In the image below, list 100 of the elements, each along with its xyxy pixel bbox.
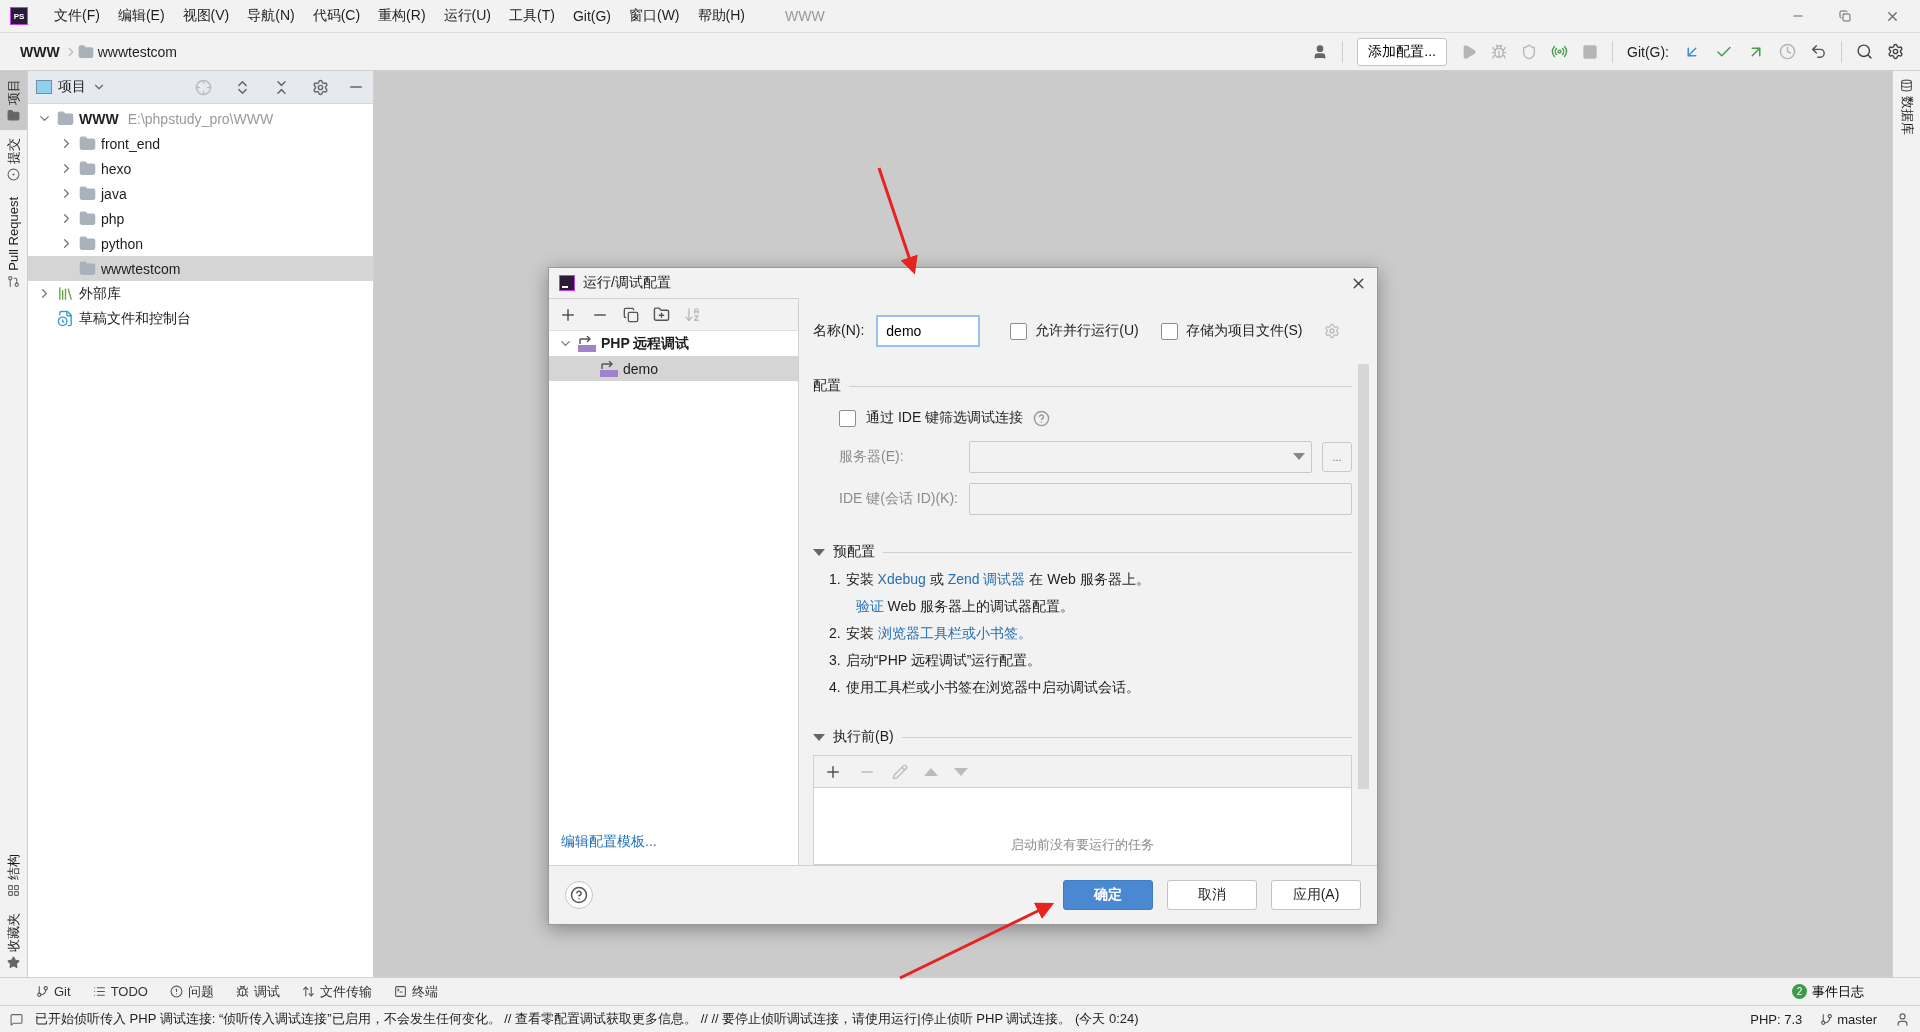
name-field[interactable]: demo — [876, 315, 981, 347]
tool-window-tab[interactable]: TODO — [92, 984, 148, 999]
checkbox-label: 通过 IDE 键筛选调试连接 — [866, 409, 1024, 427]
breadcrumb-item[interactable]: wwwtestcom — [97, 43, 177, 60]
php-file-icon — [578, 335, 596, 352]
tool-window-tab[interactable]: Git — [36, 984, 71, 999]
tree-item[interactable]: php — [28, 206, 373, 231]
php-version[interactable]: PHP: 7.3 — [1750, 1011, 1803, 1027]
collapse-triangle-icon[interactable] — [813, 548, 825, 556]
inspector-icon[interactable] — [1895, 1011, 1910, 1027]
step-number: 3. — [829, 651, 841, 670]
menu-item[interactable]: 文件(F) — [46, 3, 108, 29]
menu-item[interactable]: 编辑(E) — [109, 3, 173, 29]
add-configuration-button[interactable]: 添加配置... — [1357, 37, 1447, 66]
search-icon[interactable] — [1856, 43, 1873, 60]
transfer-icon — [301, 985, 315, 998]
menu-item[interactable]: 帮助(H) — [689, 3, 753, 29]
rollback-icon[interactable] — [1810, 43, 1827, 60]
event-log-button[interactable]: 2 事件日志 — [1792, 982, 1884, 1001]
help-link[interactable]: Zend 调试器 — [947, 571, 1026, 587]
path-text: E:\phpstudy_pro\WWW — [127, 110, 274, 127]
menu-item[interactable]: Git(G) — [564, 4, 619, 28]
tree-item[interactable]: WWW E:\phpstudy_pro\WWW — [28, 106, 373, 131]
menu-item[interactable]: 工具(T) — [501, 3, 563, 29]
folder-icon — [7, 109, 20, 122]
tree-item[interactable]: front_end — [28, 131, 373, 156]
scrollbar[interactable] — [1358, 364, 1369, 789]
settings-icon[interactable] — [312, 78, 329, 96]
menu-item[interactable]: 视图(V) — [174, 3, 238, 29]
star-icon — [7, 956, 20, 969]
menu-item[interactable]: 代码(C) — [304, 3, 369, 29]
app-logo: PS — [10, 7, 28, 25]
help-link[interactable]: 浏览器工具栏或小书签。 — [877, 625, 1032, 641]
step-number: 4. — [829, 678, 841, 697]
new-folder-icon[interactable] — [653, 306, 670, 323]
checkbox[interactable] — [1160, 322, 1178, 340]
field-label: 服务器(E): — [839, 448, 904, 464]
tree-item[interactable]: wwwtestcom — [28, 256, 373, 281]
instruction-text: 安装 浏览器工具栏或小书签。 — [845, 624, 1032, 643]
copy-icon[interactable] — [623, 306, 639, 323]
dialog-button[interactable]: 取消 — [1167, 880, 1257, 910]
scratch-file-icon — [57, 310, 74, 327]
folder-icon — [77, 43, 94, 60]
checkbox[interactable] — [1010, 322, 1028, 340]
edit-templates-link[interactable]: 编辑配置模板... — [561, 833, 657, 849]
tool-window-tab[interactable]: 调试 — [235, 982, 280, 1001]
restore-icon[interactable] — [1839, 10, 1851, 22]
help-link[interactable]: 验证 — [855, 598, 884, 614]
instruction-text: 使用工具栏或小书签在浏览器中启动调试会话。 — [845, 678, 1140, 697]
tool-window-tab[interactable]: 问题 — [169, 982, 214, 1001]
tool-window-tab[interactable]: 终端 — [393, 982, 438, 1001]
folder-icon — [79, 160, 96, 177]
checkbox[interactable] — [839, 409, 856, 427]
help-button[interactable] — [565, 881, 593, 909]
tree-item[interactable]: java — [28, 181, 373, 206]
menu-item[interactable]: 窗口(W) — [621, 3, 688, 29]
dropdown-arrow-icon — [1293, 453, 1305, 461]
settings-icon[interactable] — [1887, 43, 1904, 60]
list-icon — [92, 985, 106, 998]
tree-item[interactable]: 外部库 — [28, 281, 373, 306]
panel-title[interactable]: 项目 — [58, 78, 86, 96]
menu-item[interactable]: 导航(N) — [239, 3, 303, 29]
menu-item[interactable]: 运行(U) — [435, 3, 499, 29]
tool-window-tab[interactable]: 文件传输 — [301, 982, 372, 1001]
field-label: IDE 键(会话 ID)(K): — [839, 490, 958, 506]
ok-button[interactable]: 确定 — [1063, 880, 1153, 910]
menu-item[interactable]: 重构(R) — [370, 3, 434, 29]
bug-icon — [235, 985, 249, 998]
dialog-button[interactable]: 应用(A) — [1271, 880, 1361, 910]
tree-item[interactable]: python — [28, 231, 373, 256]
step-number: 2. — [829, 624, 841, 643]
terminal-icon — [393, 985, 407, 998]
side-tab[interactable]: 提交 — [0, 130, 27, 189]
tree-item[interactable]: 草稿文件和控制台 — [28, 306, 373, 331]
commit-icon — [7, 168, 20, 181]
branch-icon — [36, 985, 49, 998]
help-icon[interactable] — [1033, 409, 1051, 427]
tree-item[interactable]: hexo — [28, 156, 373, 181]
side-tab[interactable]: 结构 — [0, 846, 27, 905]
breadcrumb-item[interactable]: WWW — [20, 43, 60, 60]
folder-icon — [79, 235, 96, 252]
tree-item[interactable]: PHP 远程调试 — [549, 331, 798, 356]
side-tab[interactable]: 项目 — [0, 71, 27, 130]
help-link[interactable]: Xdebug — [877, 571, 926, 587]
instruction-text: 验证 Web 服务器上的调试器配置。 — [854, 597, 1075, 616]
git-branch[interactable]: master — [1820, 1011, 1877, 1027]
help-icon — [570, 886, 588, 904]
side-tab[interactable]: 数据库 — [1893, 71, 1920, 143]
database-icon — [1900, 79, 1913, 92]
collapse-triangle-icon[interactable] — [813, 733, 825, 741]
instruction-text: 启动“PHP 远程调试”运行配置。 — [845, 651, 1042, 670]
side-tab[interactable]: 收藏夹 — [0, 905, 27, 977]
branch-icon — [1820, 1012, 1834, 1026]
message-icon[interactable] — [10, 1012, 23, 1026]
checkbox-label: 存储为项目文件(S) — [1185, 322, 1303, 340]
empty-list-text: 启动前没有要运行的任务 — [1011, 836, 1154, 854]
side-tab[interactable]: Pull Request — [0, 189, 27, 296]
listen-debug-icon[interactable] — [1551, 43, 1568, 60]
git-label: Git(G): — [1627, 43, 1669, 60]
tree-item[interactable]: demo — [549, 356, 798, 381]
